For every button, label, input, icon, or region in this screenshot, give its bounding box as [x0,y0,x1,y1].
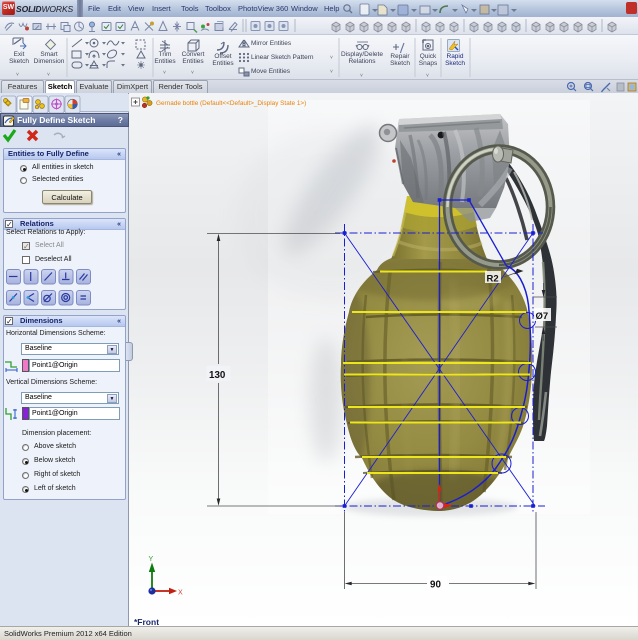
svg-text:90: 90 [430,580,441,591]
svg-text:130: 130 [209,370,226,381]
svg-text:R2: R2 [487,274,499,285]
svg-text:X: X [178,590,183,597]
svg-text:Y: Y [149,556,154,563]
svg-text:*Front: *Front [134,617,159,626]
svg-text:Ø7: Ø7 [536,311,549,322]
svg-text:Gernade bottle (Default<<Defa: Gernade bottle (Default<<Default>_Displa… [156,100,306,107]
